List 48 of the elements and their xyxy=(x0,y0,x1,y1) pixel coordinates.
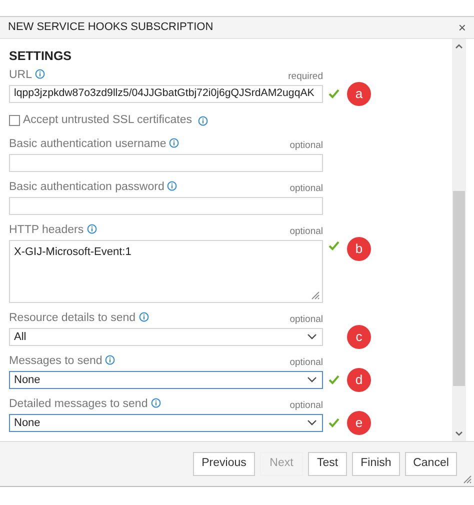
dropdown[interactable]: None xyxy=(9,414,323,432)
info-icon xyxy=(35,68,46,78)
text-area[interactable]: X-GIJ-Microsoft-Event:1 xyxy=(9,240,323,303)
field-hint: optional xyxy=(290,356,323,370)
marker-badge: d xyxy=(347,368,371,392)
info-icon xyxy=(105,354,116,364)
dropdown[interactable]: All xyxy=(9,328,323,346)
close-button[interactable]: × xyxy=(458,21,466,34)
dialog-title: NEW SERVICE HOOKS SUBSCRIPTION xyxy=(8,20,214,36)
dropdown[interactable]: None xyxy=(9,370,323,389)
field-hint: optional xyxy=(290,224,323,238)
dialog-button[interactable]: Previous xyxy=(193,452,255,476)
field-hint: optional xyxy=(290,182,323,196)
section-title: SETTINGS xyxy=(9,48,73,65)
field-label: HTTP headers xyxy=(9,222,97,239)
field-hint: optional xyxy=(290,138,323,152)
marker-badge: e xyxy=(347,410,371,435)
info-icon xyxy=(86,224,97,234)
info-icon xyxy=(198,116,208,126)
field-label: Messages to send xyxy=(9,352,116,370)
checkbox[interactable] xyxy=(9,115,20,126)
field-label: Detailed messages to send xyxy=(9,396,161,413)
input-field[interactable] xyxy=(9,154,323,172)
input-field[interactable]: lqpp3jzpkdw87o3zd9llz5/04JJGbatGtbj72i0j6gQJSrdAM2ugqAK xyxy=(9,84,323,103)
checkbox-label: Accept untrusted SSL certificates xyxy=(23,113,192,128)
dialog-button[interactable]: Test xyxy=(308,452,347,476)
field-label: URL xyxy=(9,66,46,84)
field-hint: required xyxy=(288,70,323,84)
field-hint: optional xyxy=(290,312,323,326)
scroll-down-icon[interactable] xyxy=(455,431,463,437)
info-icon xyxy=(169,138,180,148)
field-label: Basic authentication username xyxy=(9,136,180,153)
marker-badge: c xyxy=(347,324,371,349)
resize-grip-icon xyxy=(311,290,320,300)
input-field[interactable] xyxy=(9,196,323,215)
resize-grip-icon xyxy=(463,475,472,484)
field-label: Basic authentication password xyxy=(9,178,178,196)
info-icon xyxy=(150,398,161,408)
dialog-button[interactable]: Finish xyxy=(352,452,400,476)
scroll-up-icon[interactable] xyxy=(455,43,463,49)
info-icon xyxy=(138,312,149,322)
dialog-button[interactable]: Cancel xyxy=(405,452,457,476)
scrollbar-thumb[interactable] xyxy=(453,191,465,386)
marker-badge: a xyxy=(347,82,371,106)
field-hint: optional xyxy=(290,398,323,412)
marker-badge: b xyxy=(347,236,371,261)
field-label: Resource details to send xyxy=(9,310,149,327)
info-icon xyxy=(167,180,178,190)
